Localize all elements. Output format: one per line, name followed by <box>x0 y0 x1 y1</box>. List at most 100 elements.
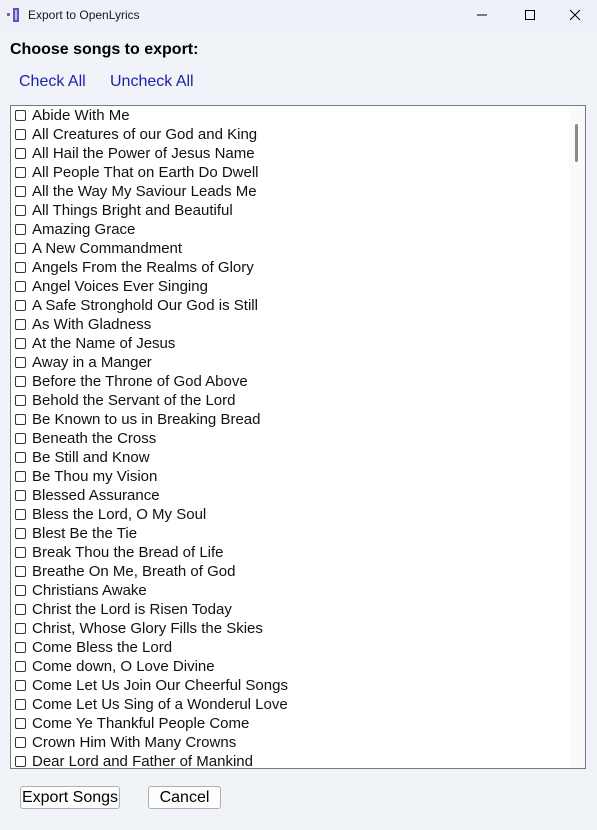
song-row[interactable]: All the Way My Saviour Leads Me <box>11 182 570 201</box>
song-label: Amazing Grace <box>32 221 136 238</box>
song-checkbox[interactable] <box>15 224 26 235</box>
song-checkbox[interactable] <box>15 338 26 349</box>
song-label: A Safe Stronghold Our God is Still <box>32 297 258 314</box>
song-row[interactable]: Dear Lord and Father of Mankind <box>11 752 570 768</box>
song-label: Before the Throne of God Above <box>32 373 248 390</box>
song-checkbox[interactable] <box>15 490 26 501</box>
song-row[interactable]: Be Thou my Vision <box>11 467 570 486</box>
song-row[interactable]: Christians Awake <box>11 581 570 600</box>
song-row[interactable]: Angels From the Realms of Glory <box>11 258 570 277</box>
song-row[interactable]: At the Name of Jesus <box>11 334 570 353</box>
song-row[interactable]: Be Known to us in Breaking Bread <box>11 410 570 429</box>
song-row[interactable]: Christ, Whose Glory Fills the Skies <box>11 619 570 638</box>
song-checkbox[interactable] <box>15 376 26 387</box>
song-row[interactable]: A Safe Stronghold Our God is Still <box>11 296 570 315</box>
song-row[interactable]: Come Ye Thankful People Come <box>11 714 570 733</box>
song-label: Come Let Us Join Our Cheerful Songs <box>32 677 288 694</box>
song-label: Come Bless the Lord <box>32 639 173 656</box>
close-button[interactable] <box>552 0 597 30</box>
song-row[interactable]: Blest Be the Tie <box>11 524 570 543</box>
song-checkbox[interactable] <box>15 452 26 463</box>
song-label: Come down, O Love Divine <box>32 658 215 675</box>
song-row[interactable]: Blessed Assurance <box>11 486 570 505</box>
song-row[interactable]: All Creatures of our God and King <box>11 125 570 144</box>
check-all-link[interactable]: Check All <box>19 73 86 91</box>
song-checkbox[interactable] <box>15 357 26 368</box>
song-row[interactable]: Break Thou the Bread of Life <box>11 543 570 562</box>
song-checkbox[interactable] <box>15 129 26 140</box>
song-label: All Hail the Power of Jesus Name <box>32 145 255 162</box>
scrollbar-thumb[interactable] <box>575 124 578 162</box>
song-row[interactable]: Beneath the Cross <box>11 429 570 448</box>
song-checkbox[interactable] <box>15 604 26 615</box>
song-row[interactable]: Away in a Manger <box>11 353 570 372</box>
song-checkbox[interactable] <box>15 566 26 577</box>
song-label: All Creatures of our God and King <box>32 126 258 143</box>
song-checkbox[interactable] <box>15 471 26 482</box>
song-label: Abide With Me <box>32 107 130 124</box>
song-row[interactable]: Christ the Lord is Risen Today <box>11 600 570 619</box>
cancel-button[interactable]: Cancel <box>148 786 221 809</box>
song-checkbox[interactable] <box>15 205 26 216</box>
song-label: Angels From the Realms of Glory <box>32 259 254 276</box>
song-label: All the Way My Saviour Leads Me <box>32 183 257 200</box>
song-checkbox[interactable] <box>15 547 26 558</box>
song-checkbox[interactable] <box>15 756 26 767</box>
app-icon <box>7 8 19 22</box>
song-row[interactable]: Come Let Us Join Our Cheerful Songs <box>11 676 570 695</box>
song-label: Christians Awake <box>32 582 147 599</box>
song-row[interactable]: Amazing Grace <box>11 220 570 239</box>
song-checkbox[interactable] <box>15 167 26 178</box>
song-checkbox[interactable] <box>15 699 26 710</box>
uncheck-all-link[interactable]: Uncheck All <box>110 73 194 91</box>
export-songs-button[interactable]: Export Songs <box>20 786 120 809</box>
song-list[interactable]: Abide With Me All Creatures of our God an… <box>10 105 586 769</box>
song-row[interactable]: All People That on Earth Do Dwell <box>11 163 570 182</box>
song-row[interactable]: A New Commandment <box>11 239 570 258</box>
song-row[interactable]: Crown Him With Many Crowns <box>11 733 570 752</box>
song-checkbox[interactable] <box>15 661 26 672</box>
song-checkbox[interactable] <box>15 718 26 729</box>
song-checkbox[interactable] <box>15 642 26 653</box>
maximize-icon <box>525 10 535 20</box>
song-checkbox[interactable] <box>15 623 26 634</box>
song-checkbox[interactable] <box>15 110 26 121</box>
song-checkbox[interactable] <box>15 433 26 444</box>
song-label: Away in a Manger <box>32 354 152 371</box>
song-row[interactable]: Angel Voices Ever Singing <box>11 277 570 296</box>
song-label: As With Gladness <box>32 316 152 333</box>
song-row[interactable]: As With Gladness <box>11 315 570 334</box>
song-checkbox[interactable] <box>15 509 26 520</box>
song-checkbox[interactable] <box>15 243 26 254</box>
window-title: Export to OpenLyrics <box>28 8 140 22</box>
song-checkbox[interactable] <box>15 300 26 311</box>
song-label: Angel Voices Ever Singing <box>32 278 208 295</box>
song-row[interactable]: Breathe On Me, Breath of God <box>11 562 570 581</box>
song-checkbox[interactable] <box>15 319 26 330</box>
minimize-button[interactable] <box>459 0 505 30</box>
maximize-button[interactable] <box>507 0 553 30</box>
song-row[interactable]: All Hail the Power of Jesus Name <box>11 144 570 163</box>
song-checkbox[interactable] <box>15 528 26 539</box>
song-row[interactable]: Bless the Lord, O My Soul <box>11 505 570 524</box>
song-checkbox[interactable] <box>15 737 26 748</box>
song-checkbox[interactable] <box>15 395 26 406</box>
song-checkbox[interactable] <box>15 262 26 273</box>
song-row[interactable]: Come down, O Love Divine <box>11 657 570 676</box>
song-row[interactable]: All Things Bright and Beautiful <box>11 201 570 220</box>
song-row[interactable]: Be Still and Know <box>11 448 570 467</box>
song-checkbox[interactable] <box>15 186 26 197</box>
song-row[interactable]: Come Bless the Lord <box>11 638 570 657</box>
song-row[interactable]: Before the Throne of God Above <box>11 372 570 391</box>
song-row[interactable]: Behold the Servant of the Lord <box>11 391 570 410</box>
vertical-scrollbar[interactable] <box>569 106 585 768</box>
song-row[interactable]: Abide With Me <box>11 106 570 125</box>
song-label: Be Thou my Vision <box>32 468 158 485</box>
song-checkbox[interactable] <box>15 281 26 292</box>
song-row[interactable]: Come Let Us Sing of a Wonderul Love <box>11 695 570 714</box>
song-label: At the Name of Jesus <box>32 335 176 352</box>
song-checkbox[interactable] <box>15 680 26 691</box>
song-checkbox[interactable] <box>15 148 26 159</box>
song-checkbox[interactable] <box>15 414 26 425</box>
song-checkbox[interactable] <box>15 585 26 596</box>
